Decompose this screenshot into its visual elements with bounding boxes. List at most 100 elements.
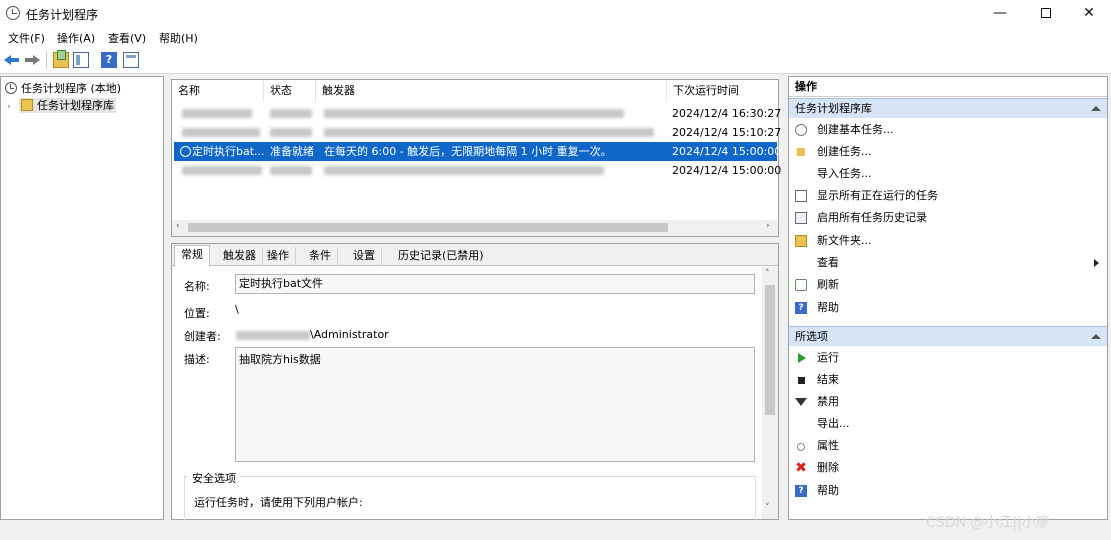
author-label: 创建者: — [184, 330, 221, 343]
action-label: 属性 — [817, 439, 839, 452]
column-header-next-run[interactable]: 下次运行时间 — [667, 80, 778, 102]
action-properties[interactable]: 属性 — [789, 436, 1107, 456]
action-disable[interactable]: 禁用 — [789, 392, 1107, 412]
scroll-thumb[interactable] — [188, 223, 668, 232]
task-clock-icon — [180, 146, 191, 157]
action-label: 显示所有正在运行的任务 — [817, 189, 938, 202]
description-textarea[interactable]: 抽取院方his数据 — [235, 347, 755, 462]
details-tabs: 常规 触发器 操作 条件 设置 历史记录(已禁用) — [172, 244, 778, 267]
close-button[interactable]: ✕ — [1066, 0, 1111, 27]
actions-header: 操作 — [789, 77, 1107, 97]
column-header-status[interactable]: 状态 — [264, 80, 316, 102]
tab-conditions[interactable]: 条件 — [303, 247, 338, 266]
menu-view[interactable]: 查看(V) — [108, 30, 146, 46]
view-icon — [795, 257, 807, 269]
action-end[interactable]: 结束 — [789, 370, 1107, 390]
task-row[interactable]: 2024/12/4 16:30:27 — [174, 104, 781, 123]
action-show-running-tasks[interactable]: 显示所有正在运行的任务 — [789, 186, 1107, 206]
new-folder-icon — [795, 235, 807, 247]
menu-file[interactable]: 文件(F) — [8, 30, 45, 46]
action-refresh[interactable]: 刷新 — [789, 275, 1107, 295]
action-label: 导出... — [817, 417, 850, 430]
action-label: 创建基本任务... — [817, 123, 894, 136]
maximize-button[interactable] — [1023, 0, 1069, 27]
redacted-status — [270, 166, 312, 175]
action-run[interactable]: 运行 — [789, 348, 1107, 368]
menu-bar: 文件(F) 操作(A) 查看(V) 帮助(H) — [0, 27, 1111, 47]
action-label: 启用所有任务历史记录 — [817, 211, 927, 224]
tree-library-selected[interactable]: 任务计划程序库 — [19, 98, 116, 113]
task-row[interactable]: 2024/12/4 15:10:27 — [174, 123, 781, 142]
task-list: 名称 状态 触发器 下次运行时间 2024/12/4 16:30:27 2024… — [171, 79, 781, 237]
task-next-run: 2024/12/4 15:00:00 — [672, 145, 782, 158]
scroll-right-icon[interactable]: › — [766, 221, 770, 231]
action-export[interactable]: 导出... — [789, 414, 1107, 434]
task-trigger: 在每天的 6:00 - 触发后，无限期地每隔 1 小时 重复一次。 — [324, 145, 612, 158]
action-label: 运行 — [817, 351, 839, 364]
tab-triggers[interactable]: 触发器 — [217, 247, 263, 266]
menu-action[interactable]: 操作(A) — [57, 30, 95, 46]
tree-library[interactable]: › 任务计划程序库 — [7, 97, 116, 113]
security-run-as-text: 运行任务时，请使用下列用户帐户: — [194, 496, 363, 509]
action-label: 帮助 — [817, 301, 839, 314]
action-new-folder[interactable]: 新文件夹... — [789, 231, 1107, 251]
actions-section-library[interactable]: 任务计划程序库 — [789, 98, 1107, 118]
action-create-basic-task[interactable]: 创建基本任务... — [789, 120, 1107, 140]
action-import-task[interactable]: 导入任务... — [789, 164, 1107, 184]
show-hide-console-tree-icon[interactable] — [73, 52, 89, 68]
delete-icon: ✖ — [795, 460, 807, 476]
forward-arrow-icon[interactable] — [24, 52, 40, 68]
export-icon — [795, 418, 807, 430]
tab-general[interactable]: 常规 — [174, 245, 210, 267]
run-icon — [798, 353, 806, 363]
action-label: 创建任务... — [817, 145, 872, 158]
author-value: \Administrator — [310, 328, 389, 341]
submenu-arrow-icon — [1094, 259, 1099, 267]
name-field[interactable]: 定时执行bat文件 — [235, 274, 755, 294]
tab-history[interactable]: 历史记录(已禁用) — [392, 247, 490, 266]
security-options-title: 安全选项 — [188, 470, 240, 486]
back-arrow-icon[interactable] — [4, 52, 20, 68]
task-row-selected[interactable]: 定时执行bat... 准备就绪 在每天的 6:00 - 触发后，无限期地每隔 1… — [174, 142, 781, 161]
collapse-caret-icon[interactable] — [1091, 334, 1101, 339]
folder-icon — [21, 99, 33, 111]
action-help[interactable]: ? 帮助 — [789, 298, 1107, 318]
action-help-selected[interactable]: ? 帮助 — [789, 481, 1107, 501]
scroll-up-icon[interactable]: ˄ — [765, 269, 770, 279]
tab-actions[interactable]: 操作 — [261, 247, 296, 266]
menu-help[interactable]: 帮助(H) — [159, 30, 198, 46]
minimize-button[interactable]: — — [977, 0, 1023, 27]
action-label: 新文件夹... — [817, 234, 872, 247]
column-header-name[interactable]: 名称 — [172, 80, 264, 102]
action-view[interactable]: 查看 — [789, 253, 1107, 273]
redacted-trigger — [324, 128, 654, 137]
collapse-caret-icon[interactable] — [1091, 106, 1101, 111]
action-create-task[interactable]: 创建任务... — [789, 142, 1107, 162]
redacted-trigger — [324, 109, 624, 118]
task-details-pane: 常规 触发器 操作 条件 设置 历史记录(已禁用) 名称: 定时执行bat文件 … — [171, 243, 779, 520]
scroll-left-icon[interactable]: ‹ — [176, 221, 180, 231]
redacted-name — [182, 109, 252, 118]
scroll-thumb[interactable] — [765, 285, 775, 415]
action-enable-history[interactable]: 启用所有任务历史记录 — [789, 208, 1107, 228]
refresh-icon — [795, 279, 807, 291]
action-delete[interactable]: ✖ 删除 — [789, 458, 1107, 478]
name-label: 名称: — [184, 280, 210, 293]
task-next-run: 2024/12/4 16:30:27 — [672, 107, 782, 120]
tree-root[interactable]: 任务计划程序 (本地) — [5, 80, 121, 96]
folder-up-icon[interactable] — [53, 50, 69, 68]
properties-icon — [797, 443, 805, 451]
horizontal-scrollbar[interactable]: ‹ › — [172, 220, 778, 236]
section-selected-title: 所选项 — [795, 330, 828, 343]
scroll-down-icon[interactable]: ˅ — [765, 503, 770, 513]
actions-section-selected[interactable]: 所选项 — [789, 326, 1107, 346]
window-title: 任务计划程序 — [26, 8, 99, 22]
column-header-trigger[interactable]: 触发器 — [316, 80, 667, 102]
help-icon[interactable]: ? — [101, 52, 117, 68]
vertical-scrollbar[interactable]: ˄ ˅ — [762, 267, 778, 519]
chevron-right-icon[interactable]: › — [7, 102, 15, 112]
tab-settings[interactable]: 设置 — [347, 247, 382, 266]
toolbar-separator — [46, 52, 47, 68]
task-row[interactable]: 2024/12/4 15:00:00 — [174, 161, 781, 180]
show-hide-action-pane-icon[interactable] — [123, 52, 139, 68]
